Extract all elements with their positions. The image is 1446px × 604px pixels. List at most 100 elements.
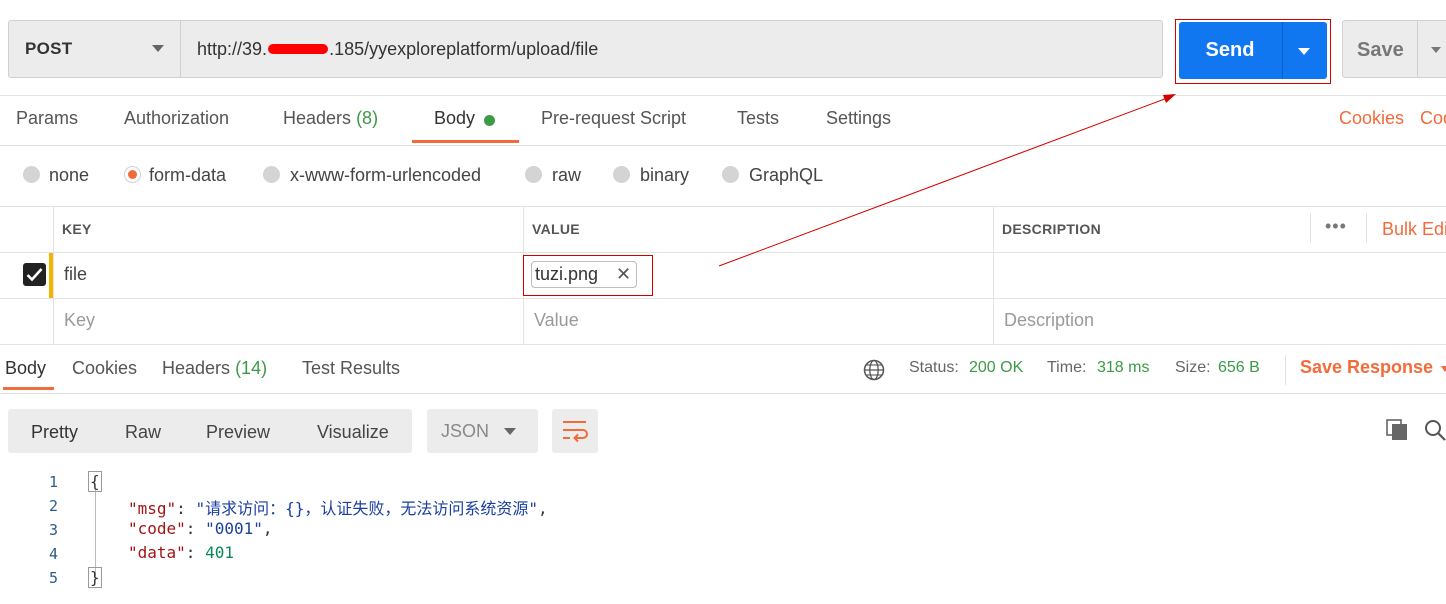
line-number: 4 [48, 545, 58, 563]
radio-none[interactable] [23, 166, 40, 183]
row-divider [0, 298, 1446, 299]
response-tab-cookies[interactable]: Cookies [72, 358, 137, 379]
method-select[interactable]: POST [8, 20, 180, 78]
annotation-box-value [523, 255, 653, 296]
line-number: 1 [48, 473, 58, 491]
tab-headers-count: (8) [356, 108, 379, 128]
tab-headers-label: Headers [283, 108, 352, 128]
column-divider [1310, 213, 1311, 243]
line-number: 2 [48, 497, 58, 515]
bulk-edit-link[interactable]: Bulk Edit [1382, 219, 1446, 240]
annotation-box-send [1175, 19, 1331, 84]
cookies-link[interactable]: Cookies [1339, 108, 1404, 129]
radio-binary[interactable] [613, 166, 630, 183]
save-options-chevron-icon[interactable] [1431, 47, 1441, 53]
chevron-down-icon[interactable] [1441, 366, 1446, 372]
radio-binary-label[interactable]: binary [640, 165, 689, 186]
tab-authorization[interactable]: Authorization [124, 108, 229, 129]
chevron-down-icon [504, 428, 516, 435]
checkmark-icon [26, 268, 43, 282]
response-tab-test-results[interactable]: Test Results [302, 358, 400, 379]
response-tab-headers-count: (14) [235, 358, 268, 378]
divider [0, 95, 1446, 96]
divider [0, 393, 1446, 394]
view-preview[interactable]: Preview [206, 422, 270, 443]
radio-raw-label[interactable]: raw [552, 165, 581, 186]
table-bottom-border [0, 344, 1446, 345]
save-button[interactable]: Save [1342, 20, 1446, 78]
radio-urlencoded-label[interactable]: x-www-form-urlencoded [290, 165, 481, 186]
response-tab-headers-label: Headers [162, 358, 231, 378]
code-line-code: "code": "0001", [128, 519, 273, 538]
size-label: Size: [1175, 359, 1211, 376]
url-prefix: http://39. [197, 38, 268, 59]
close-brace: } [88, 567, 102, 588]
selected-row-indicator [49, 253, 53, 299]
table-row [0, 253, 1446, 299]
table-top-border [0, 206, 1446, 207]
copy-icon[interactable] [1386, 419, 1409, 441]
row-key-cell[interactable]: file [64, 264, 87, 285]
line-number: 3 [48, 521, 58, 539]
wrap-lines-icon [563, 421, 588, 443]
view-visualize[interactable]: Visualize [317, 422, 389, 443]
globe-icon[interactable] [863, 359, 885, 381]
chevron-down-icon [152, 45, 164, 52]
tab-headers[interactable]: Headers (8) [283, 108, 378, 129]
json-number-value: 401 [205, 543, 234, 562]
format-select[interactable]: JSON [427, 409, 538, 453]
indent-guide [95, 490, 96, 576]
json-string-value: "0001" [205, 519, 263, 538]
view-raw[interactable]: Raw [125, 422, 161, 443]
search-icon[interactable] [1424, 419, 1446, 441]
row-checkbox[interactable] [23, 263, 46, 286]
redaction-mark [268, 44, 329, 54]
radio-form-data[interactable] [124, 166, 141, 183]
column-header-key: KEY [62, 221, 92, 237]
tab-pre-request-script[interactable]: Pre-request Script [541, 108, 686, 129]
url-suffix: .185/yyexploreplatform/upload/file [329, 38, 599, 59]
time-label: Time: [1047, 359, 1087, 376]
active-tab-underline [412, 140, 519, 143]
more-options-icon[interactable]: ••• [1325, 216, 1347, 237]
json-key: "code" [128, 519, 186, 538]
body-indicator-dot [484, 115, 495, 126]
tab-settings[interactable]: Settings [826, 108, 891, 129]
tab-tests[interactable]: Tests [737, 108, 779, 129]
radio-graphql-label[interactable]: GraphQL [749, 165, 823, 186]
time-value: 318 ms [1097, 359, 1150, 376]
json-key: "msg" [128, 499, 177, 518]
url-input[interactable]: http://39. .185/yyexploreplatform/upload/… [180, 20, 1163, 78]
active-tab-underline [3, 387, 54, 390]
radio-form-data-label[interactable]: form-data [149, 165, 226, 186]
code-line-data: "data": 401 [128, 543, 234, 562]
save-divider [1417, 21, 1418, 77]
method-label: POST [25, 39, 73, 58]
description-input[interactable]: Description [1004, 310, 1094, 331]
response-tab-headers[interactable]: Headers (14) [162, 358, 267, 379]
code-link-clip[interactable]: Code [1420, 108, 1446, 129]
format-label: JSON [441, 421, 490, 441]
radio-raw[interactable] [525, 166, 542, 183]
divider [0, 145, 1446, 146]
tab-params[interactable]: Params [16, 108, 78, 129]
tab-body[interactable]: Body [434, 108, 475, 129]
key-input[interactable]: Key [64, 310, 95, 331]
view-pretty[interactable]: Pretty [31, 422, 78, 443]
wrap-lines-button[interactable] [552, 409, 598, 453]
column-divider [1366, 213, 1367, 243]
status-label: Status: [909, 359, 959, 376]
radio-none-label[interactable]: none [49, 165, 89, 186]
save-label: Save [1357, 39, 1404, 61]
divider [1285, 355, 1286, 385]
size-value: 656 B [1218, 359, 1260, 376]
open-brace: { [88, 471, 102, 492]
radio-urlencoded[interactable] [263, 166, 280, 183]
value-input[interactable]: Value [534, 310, 579, 331]
json-key: "data" [128, 543, 186, 562]
save-response-button[interactable]: Save Response [1300, 357, 1433, 378]
code-link: Code [1420, 108, 1446, 128]
column-header-description: DESCRIPTION [1002, 221, 1101, 237]
response-tab-body[interactable]: Body [5, 358, 46, 379]
radio-graphql[interactable] [722, 166, 739, 183]
